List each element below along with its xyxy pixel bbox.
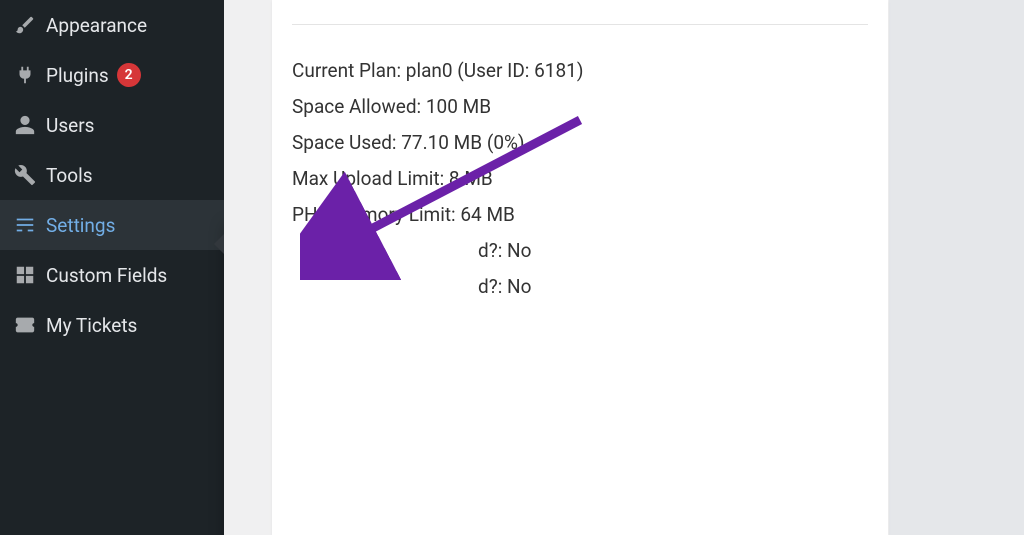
info-line-partial-1: d?: No: [292, 233, 868, 269]
sidebar-item-settings[interactable]: Settings: [0, 200, 224, 250]
sidebar-item-custom-fields[interactable]: Custom Fields: [0, 250, 224, 300]
dashboard-card: Current Plan: plan0 (User ID: 6181) Spac…: [272, 0, 888, 535]
ticket-icon: [14, 314, 46, 336]
content-wrap: Current Plan: plan0 (User ID: 6181) Spac…: [224, 0, 1024, 535]
sidebar-item-plugins[interactable]: Plugins 2: [0, 50, 224, 100]
info-space-allowed: Space Allowed: 100 MB: [292, 89, 868, 125]
info-space-used: Space Used: 77.10 MB (0%): [292, 125, 868, 161]
sidebar-item-users[interactable]: Users: [0, 100, 224, 150]
info-php-memory: PHP Memory Limit: 64 MB: [292, 197, 868, 233]
sidebar-item-my-tickets[interactable]: My Tickets: [0, 300, 224, 350]
sidebar-item-appearance[interactable]: Appearance: [0, 0, 224, 50]
grid-icon: [14, 264, 46, 286]
sliders-icon: [14, 214, 46, 236]
sidebar-item-label: My Tickets: [46, 314, 137, 337]
sidebar-item-label: Settings: [46, 214, 115, 237]
sidebar-item-label: Users: [46, 114, 94, 137]
sidebar-item-label: Custom Fields: [46, 264, 167, 287]
info-max-upload: Max Upload Limit: 8 MB: [292, 161, 868, 197]
user-icon: [14, 114, 46, 136]
sidebar-item-label: Tools: [46, 164, 93, 187]
info-line-partial-2: d?: No: [292, 269, 868, 305]
sidebar-item-tools[interactable]: Tools: [0, 150, 224, 200]
update-badge: 2: [117, 63, 141, 87]
right-gutter: [889, 0, 1024, 535]
divider: [292, 24, 868, 25]
sidebar-item-label: Plugins: [46, 64, 109, 87]
sidebar-item-label: Appearance: [46, 14, 147, 37]
info-current-plan: Current Plan: plan0 (User ID: 6181): [292, 53, 868, 89]
plug-icon: [14, 64, 46, 86]
wrench-icon: [14, 164, 46, 186]
brush-icon: [14, 14, 46, 36]
admin-sidebar: Appearance Plugins 2 Users Tools Setting…: [0, 0, 224, 535]
